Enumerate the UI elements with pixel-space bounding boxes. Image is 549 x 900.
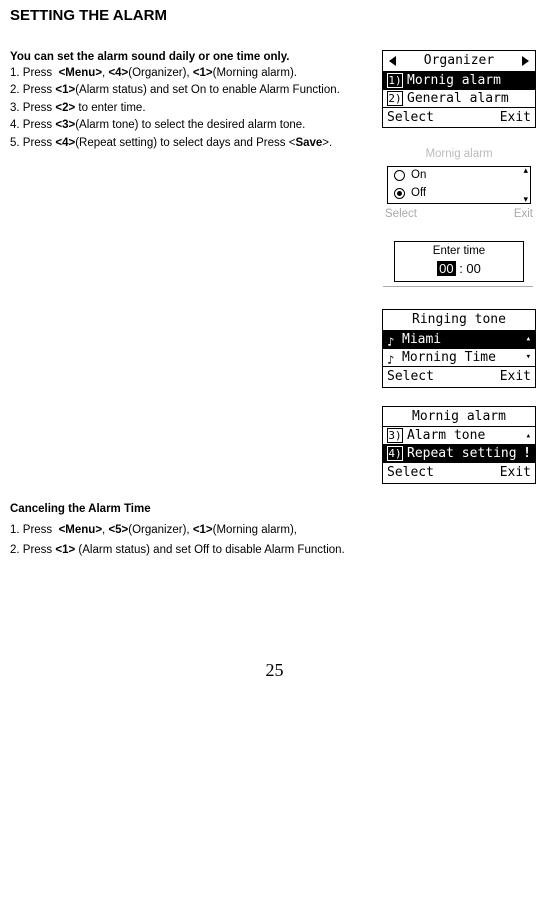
scroll-up-icon: ▴	[526, 333, 531, 345]
arrow-left-icon	[389, 56, 396, 66]
item-label: Morning Time	[402, 349, 496, 367]
divider	[383, 286, 533, 287]
softkey-bar: Select Exit	[383, 462, 535, 483]
item-label: Repeat setting	[407, 445, 517, 463]
screen-header: Mornig alarm	[383, 406, 535, 427]
softkey-exit: Exit	[500, 368, 531, 386]
time-minutes: 00	[466, 261, 480, 276]
softkey-bar: Select Exit	[383, 366, 535, 387]
tone-item-morning-time: Morning Time ▾	[383, 348, 535, 366]
page-number: 25	[10, 658, 539, 682]
step-1: 1. Press <Menu>, <4>(Organizer), <1>(Mor…	[10, 66, 373, 82]
cancel-section-title: Canceling the Alarm Time	[10, 502, 539, 518]
item-label: Alarm tone	[407, 427, 485, 445]
item-label: Mornig alarm	[407, 72, 501, 90]
softkey-select: Select	[385, 207, 417, 223]
content-row: You can set the alarm sound daily or one…	[10, 50, 539, 483]
softkey-select: Select	[387, 368, 434, 386]
item-number: 3)	[387, 428, 403, 443]
cancel-step-2: 2. Press <1> (Alarm status) and set Off …	[10, 543, 539, 559]
menu-item-general-alarm: 2) General alarm	[383, 89, 535, 107]
step-2: 2. Press <1>(Alarm status) and set On to…	[10, 83, 373, 99]
step-3: 3. Press <2> to enter time.	[10, 101, 373, 117]
option-off: Off	[388, 185, 530, 203]
softkey-select: Select	[387, 109, 434, 127]
option-on: On	[388, 167, 530, 185]
header-label: Mornig alarm	[412, 409, 506, 424]
step-5: 5. Press <4>(Repeat setting) to select d…	[10, 136, 373, 152]
page-title: SETTING THE ALARM	[10, 6, 539, 26]
radio-off-icon	[394, 170, 405, 181]
softkey-select: Select	[387, 464, 434, 482]
scroll-down-icon: ▾	[523, 195, 528, 204]
screen-repeat-setting: Mornig alarm 3) Alarm tone ▴ 4) Repeat s…	[382, 406, 536, 484]
enter-time-label: Enter time	[395, 244, 523, 260]
screen-title-faded: Mornig alarm	[383, 146, 535, 164]
music-note-icon	[387, 334, 398, 345]
radio-group: ▴ On Off ▾	[387, 166, 531, 204]
arrow-right-icon	[522, 56, 529, 66]
menu-item-alarm-tone: 3) Alarm tone ▴	[383, 426, 535, 444]
softkey-bar: Select Exit	[383, 107, 535, 128]
softkey-exit: Exit	[500, 464, 531, 482]
option-label: Off	[411, 186, 426, 202]
item-label: Miami	[402, 331, 441, 349]
menu-item-repeat-setting: 4) Repeat setting !	[383, 444, 535, 462]
softkey-bar-faded: Select Exit	[383, 206, 535, 224]
screen-mornig-onoff: Mornig alarm ▴ On Off ▾ Select Exit	[383, 146, 535, 223]
item-number: 4)	[387, 446, 403, 461]
cancel-step-1: 1. Press <Menu>, <5>(Organizer), <1>(Mor…	[10, 523, 539, 539]
screenshots-column: Organizer 1) Mornig alarm 2) General ala…	[379, 50, 539, 483]
instructions-column: You can set the alarm sound daily or one…	[10, 50, 373, 153]
step-4: 4. Press <3>(Alarm tone) to select the d…	[10, 118, 373, 134]
menu-item-mornig-alarm: 1) Mornig alarm	[383, 71, 535, 89]
enter-time-box: Enter time 00 : 00	[394, 241, 524, 282]
screen-header: Ringing tone	[383, 309, 535, 330]
time-value: 00 : 00	[395, 260, 523, 278]
item-number: 1)	[387, 73, 403, 88]
screen-organizer: Organizer 1) Mornig alarm 2) General ala…	[382, 50, 536, 128]
option-label: On	[411, 168, 426, 184]
header-label: Organizer	[424, 53, 494, 68]
intro-text: You can set the alarm sound daily or one…	[10, 50, 373, 66]
screen-header: Organizer	[383, 51, 535, 71]
softkey-exit: Exit	[514, 207, 533, 223]
alert-icon: !	[523, 445, 531, 463]
time-hours: 00	[437, 261, 455, 276]
screen-ringing-tone: Ringing tone Miami ▴ Morning Time ▾ Sele…	[382, 309, 536, 387]
softkey-exit: Exit	[500, 109, 531, 127]
scroll-up-icon: ▴	[523, 166, 528, 175]
scroll-down-icon: ▾	[526, 351, 531, 363]
cancel-steps: 1. Press <Menu>, <5>(Organizer), <1>(Mor…	[10, 523, 539, 558]
scroll-up-icon: ▴	[526, 430, 531, 442]
tone-item-miami: Miami ▴	[383, 330, 535, 348]
header-label: Ringing tone	[412, 312, 506, 327]
time-sep: :	[456, 261, 467, 276]
music-note-icon	[387, 352, 398, 363]
screen-enter-time: Enter time 00 : 00	[383, 241, 535, 291]
item-label: General alarm	[407, 90, 509, 108]
item-number: 2)	[387, 91, 403, 106]
radio-on-icon	[394, 188, 405, 199]
